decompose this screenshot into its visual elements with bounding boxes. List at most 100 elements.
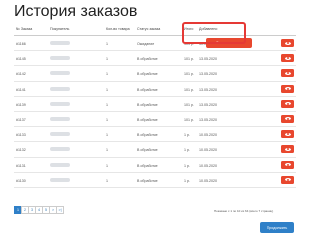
view-order-button[interactable] [281,69,294,78]
order-number: #1142 [16,72,26,77]
order-total: 1 р. [184,163,190,168]
buyer-redacted [50,41,70,45]
eye-icon [284,178,291,182]
buyer-redacted [50,132,70,137]
order-status: В обработке [137,178,158,183]
highlight-annotation [182,22,246,44]
table-row: #1139 1 В обработке 101 р. 13.05.2020 [14,97,296,112]
order-date: 13.05.2020 [199,57,217,62]
order-status: В обработке [137,87,158,92]
order-total: 101 р. [184,102,194,107]
order-status: В обработке [137,57,158,62]
order-date: 13.05.2020 [199,72,217,77]
col-qty: Кол-во товара [106,27,130,31]
buyer-redacted [50,116,70,121]
order-date: 13.05.2020 [199,102,217,107]
order-total: 101 р. [184,57,194,62]
order-date: 10.05.2020 [199,163,217,168]
eye-icon [284,41,291,45]
table-row: #1131 1 В обработке 1 р. 10.05.2020 [14,158,296,173]
pagination-summary: Показано с 1 по 10 из 64 (всего 7 страни… [214,209,274,213]
view-order-button[interactable] [281,84,294,93]
table-row: #1133 1 В обработке 1 р. 10.05.2020 [14,127,296,143]
view-order-button[interactable] [281,160,294,169]
order-qty: 1 [106,72,108,77]
order-total: 101 р. [184,72,194,77]
eye-icon [284,117,291,121]
buyer-redacted [50,86,70,91]
order-number: #1145 [16,57,26,62]
order-total: 1 р. [184,178,190,183]
order-date: 10.05.2020 [199,148,217,153]
table-row: #1130 1 В обработке 1 р. 10.05.2020 [14,173,296,188]
view-order-button[interactable] [281,99,294,108]
eye-icon [284,87,291,91]
table-row: #1137 1 В обработке 101 р. 13.05.2020 [14,112,296,128]
orders-table: № Заказа Покупатель Кол-во товара Статус… [14,22,296,188]
buyer-redacted [50,56,70,61]
col-buyer: Покупатель [50,27,70,31]
view-order-button[interactable] [281,145,294,154]
order-qty: 1 [106,148,108,153]
order-qty: 1 [106,42,108,46]
order-qty: 1 [106,102,108,107]
eye-icon [284,56,291,60]
order-date: 10.05.2020 [199,133,217,138]
table-row: #1132 1 В обработке 1 р. 10.05.2020 [14,142,296,158]
order-number: #1132 [16,148,26,153]
eye-icon [284,163,291,166]
eye-icon [284,147,291,151]
order-status: В обработке [137,72,158,77]
order-qty: 1 [106,117,108,122]
order-number: #1137 [16,117,26,122]
buyer-redacted [50,162,70,167]
order-status: В обработке [137,148,158,153]
order-total: 1 р. [184,148,190,153]
order-number: #1141 [16,87,26,92]
view-order-button[interactable] [281,54,294,63]
order-total: 101 р. [184,117,194,122]
continue-button[interactable]: Продолжить [260,222,294,233]
order-qty: 1 [106,57,108,62]
order-qty: 1 [106,178,108,183]
order-total: 1 р. [184,133,190,138]
last-page-button[interactable]: >| [56,206,64,214]
order-date: 13.05.2020 [199,87,217,92]
table-row: #1145 1 В обработке 101 р. 13.05.2020 [14,51,296,67]
pagination: 1 2 3 4 5 > >| [14,206,64,214]
order-status: Ожидание [137,42,155,46]
order-qty: 1 [106,163,108,168]
order-qty: 1 [106,133,108,138]
page-title: История заказов [14,3,138,20]
eye-icon [284,102,291,106]
order-status: В обработке [137,163,158,168]
col-order-number: № Заказа [16,27,33,31]
order-number: #1166 [16,42,26,46]
order-number: #1130 [16,178,26,183]
view-order-button[interactable] [281,175,294,184]
table-header: № Заказа Покупатель Кол-во товара Статус… [14,22,296,36]
view-order-button[interactable] [281,130,294,139]
table-row: #1141 1 В обработке 101 р. 13.05.2020 [14,82,296,97]
order-status: В обработке [137,102,158,107]
order-total: 101 р. [184,87,194,92]
table-row: #1142 1 В обработке 101 р. 13.05.2020 [14,66,296,82]
order-status: В обработке [137,133,158,138]
order-qty: 1 [106,87,108,92]
order-status: В обработке [137,117,158,122]
buyer-redacted [50,71,70,76]
col-status: Статус заказа [137,27,161,31]
eye-icon [284,132,291,136]
eye-icon [284,71,291,75]
order-number: #1139 [16,102,26,107]
order-date: 10.05.2020 [199,178,217,183]
order-date: 13.05.2020 [199,117,217,122]
order-number: #1131 [16,163,26,168]
buyer-redacted [50,147,70,152]
view-order-button[interactable] [281,114,294,123]
buyer-redacted [50,177,70,182]
order-number: #1133 [16,133,26,138]
buyer-redacted [50,101,70,106]
table-row: #1166 1 Ожидание 101 р. 30.05.2020 Отмен… [14,36,296,52]
view-order-button[interactable] [281,39,294,47]
